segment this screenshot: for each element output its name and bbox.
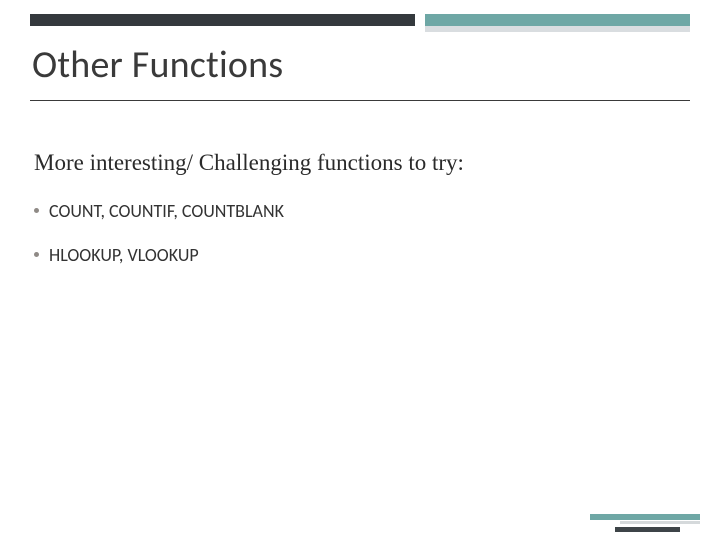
content-area: More interesting/ Challenging functions … xyxy=(34,150,680,288)
top-bar-teal xyxy=(425,14,690,26)
title-divider xyxy=(30,100,690,101)
list-item-label: COUNT, COUNTIF, COUNTBLANK xyxy=(49,200,284,222)
top-bar-dark xyxy=(30,14,415,26)
list-item: COUNT, COUNTIF, COUNTBLANK xyxy=(34,200,680,222)
accent-stripe-teal xyxy=(590,514,700,520)
bullet-icon xyxy=(34,208,39,213)
slide: Other Functions More interesting/ Challe… xyxy=(0,0,720,540)
top-bar xyxy=(30,14,690,26)
list-item-label: HLOOKUP, VLOOKUP xyxy=(49,244,199,266)
accent-stripe-dark xyxy=(615,527,680,532)
slide-title: Other Functions xyxy=(32,42,283,88)
accent-stripe-light xyxy=(620,521,700,524)
bullet-icon xyxy=(34,252,39,257)
list-item: HLOOKUP, VLOOKUP xyxy=(34,244,680,266)
lead-text: More interesting/ Challenging functions … xyxy=(34,150,680,176)
